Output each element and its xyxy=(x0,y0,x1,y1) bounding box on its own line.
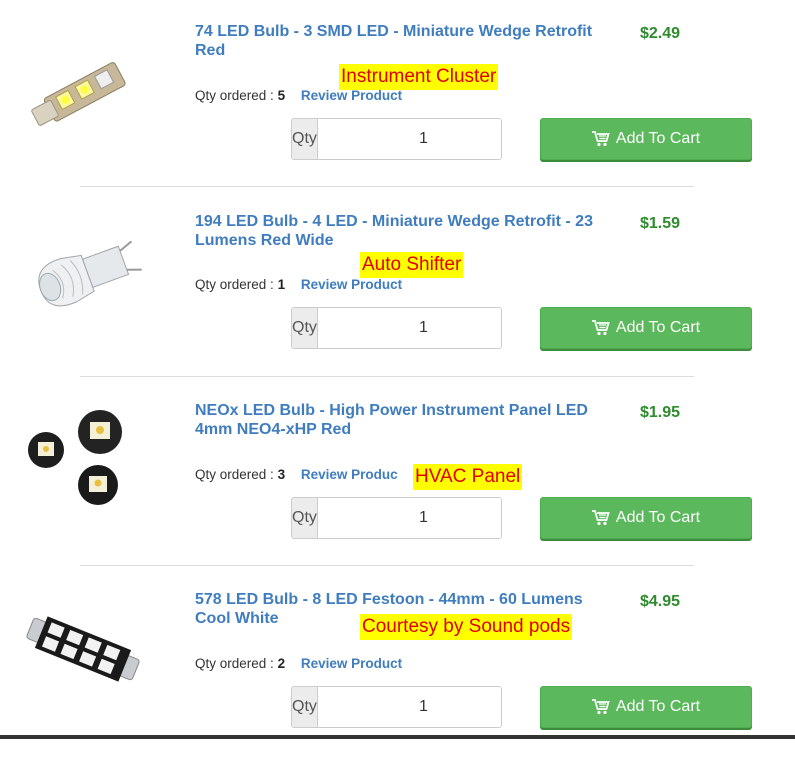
add-to-cart-button[interactable]: Add To Cart xyxy=(540,686,752,728)
annotation-label: Instrument Cluster xyxy=(339,64,499,90)
qty-ordered-line: Qty ordered : 2 Review Product xyxy=(195,656,402,671)
cart-item: 578 LED Bulb - 8 LED Festoon - 44mm - 60… xyxy=(0,569,795,758)
quantity-input[interactable] xyxy=(317,119,501,159)
cart-icon xyxy=(591,699,610,715)
divider xyxy=(80,565,694,566)
qty-label: Qty xyxy=(292,308,318,348)
review-product-link[interactable]: Review Product xyxy=(301,656,402,671)
quantity-input[interactable] xyxy=(317,308,501,348)
qty-ordered-value: 3 xyxy=(277,467,286,482)
cart-icon xyxy=(591,510,610,526)
review-product-link[interactable]: Review Product xyxy=(301,88,402,103)
clear-wedge-bulb-icon xyxy=(38,240,142,307)
qty-label: Qty xyxy=(292,498,318,538)
festoon-bulb-icon xyxy=(26,616,140,682)
add-to-cart-button[interactable]: Add To Cart xyxy=(540,307,752,349)
bottom-border xyxy=(0,735,795,739)
add-to-cart-label: Add To Cart xyxy=(615,509,701,526)
product-price: $4.95 xyxy=(640,593,681,610)
product-price: $2.49 xyxy=(640,25,681,42)
product-price: $1.95 xyxy=(640,404,681,421)
product-title-link[interactable]: 194 LED Bulb - 4 LED - Miniature Wedge R… xyxy=(195,212,595,250)
qty-label: Qty xyxy=(292,687,318,727)
review-product-link[interactable]: Review Produc xyxy=(301,467,398,482)
quantity-input[interactable] xyxy=(317,498,501,538)
add-to-cart-button[interactable]: Add To Cart xyxy=(540,118,752,160)
review-product-link[interactable]: Review Product xyxy=(301,277,402,292)
neo-panel-led-icon xyxy=(28,410,122,505)
cart-icon xyxy=(591,131,610,147)
qty-ordered-label: Qty ordered : xyxy=(195,88,274,103)
add-to-cart-label: Add To Cart xyxy=(615,698,701,715)
qty-ordered-label: Qty ordered : xyxy=(195,277,274,292)
product-title-link[interactable]: 74 LED Bulb - 3 SMD LED - Miniature Wedg… xyxy=(195,22,595,60)
qty-ordered-value: 2 xyxy=(277,656,286,671)
divider xyxy=(80,376,694,377)
qty-ordered-value: 5 xyxy=(277,88,286,103)
cart-icon xyxy=(591,320,610,336)
qty-ordered-label: Qty ordered : xyxy=(195,656,274,671)
quantity-stepper: Qty xyxy=(291,118,502,160)
qty-ordered-line: Qty ordered : 5 Review Product xyxy=(195,88,402,103)
add-to-cart-label: Add To Cart xyxy=(615,130,701,147)
annotation-label: HVAC Panel xyxy=(413,464,523,490)
quantity-stepper: Qty xyxy=(291,497,502,539)
annotation-label: Courtesy by Sound pods xyxy=(360,614,573,640)
add-to-cart-label: Add To Cart xyxy=(615,319,701,336)
divider xyxy=(80,186,694,187)
product-price: $1.59 xyxy=(640,215,681,232)
add-to-cart-button[interactable]: Add To Cart xyxy=(540,497,752,539)
qty-ordered-line: Qty ordered : 3 Review Produc xyxy=(195,467,398,482)
product-title-link[interactable]: NEOx LED Bulb - High Power Instrument Pa… xyxy=(195,401,595,439)
cart-item: 74 LED Bulb - 3 SMD LED - Miniature Wedg… xyxy=(0,0,795,189)
annotation-label: Auto Shifter xyxy=(360,252,464,278)
quantity-stepper: Qty xyxy=(291,307,502,349)
quantity-input[interactable] xyxy=(317,687,501,727)
qty-ordered-label: Qty ordered : xyxy=(195,467,274,482)
quantity-stepper: Qty xyxy=(291,686,502,728)
qty-label: Qty xyxy=(292,119,318,159)
qty-ordered-value: 1 xyxy=(277,277,286,292)
cart-item: 194 LED Bulb - 4 LED - Miniature Wedge R… xyxy=(0,190,795,379)
wedge-smd-bulb-icon xyxy=(31,62,126,126)
qty-ordered-line: Qty ordered : 1 Review Product xyxy=(195,277,402,292)
cart-item: NEOx LED Bulb - High Power Instrument Pa… xyxy=(0,380,795,569)
